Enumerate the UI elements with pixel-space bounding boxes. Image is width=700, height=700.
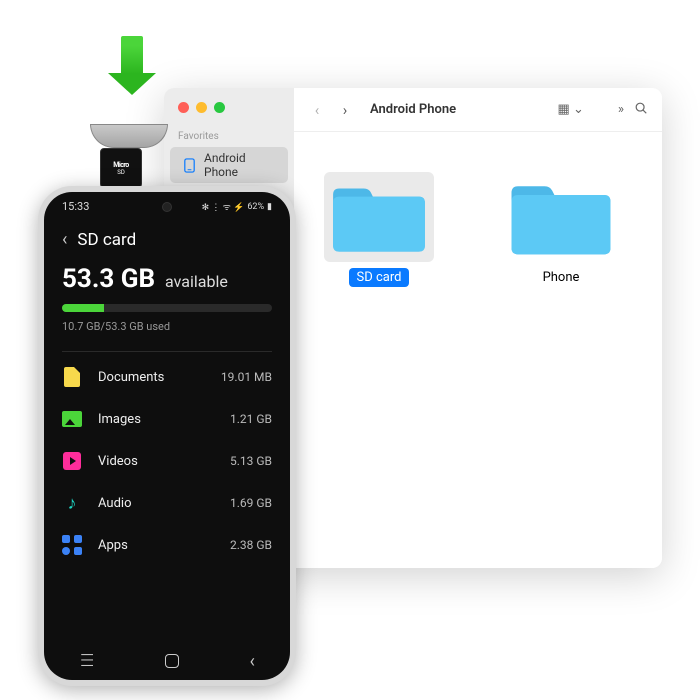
folder-label: Phone — [535, 268, 588, 287]
nav-home[interactable] — [165, 654, 179, 668]
category-list: Documents 19.01 MB Images 1.21 GB Videos… — [44, 354, 290, 568]
sidebar-item-android-phone[interactable]: Android Phone — [170, 147, 288, 183]
nav-recents[interactable]: ||| — [79, 653, 95, 669]
sidebar-item-label: Android Phone — [204, 151, 280, 179]
folder-phone[interactable]: Phone — [506, 172, 616, 287]
screen-header: ‹ SD card — [44, 215, 290, 260]
nav-back-button[interactable]: ‹ — [308, 101, 326, 119]
folder-icon — [324, 172, 434, 262]
device-icon — [182, 158, 197, 173]
sd-tray — [90, 124, 168, 148]
finder-main: ‹ › Android Phone ▦ ⌄ » SD card Phone — [294, 88, 662, 568]
folder-label: SD card — [349, 268, 410, 287]
folder-icon — [506, 172, 616, 262]
folder-grid: SD card Phone — [294, 132, 662, 327]
close-icon[interactable] — [178, 102, 189, 113]
row-audio[interactable]: ♪ Audio 1.69 GB — [44, 482, 290, 524]
front-camera — [162, 202, 172, 212]
sidebar-header: Favorites — [164, 127, 294, 146]
storage-bar-fill — [62, 304, 104, 312]
download-arrow — [108, 36, 156, 95]
battery-icon: ▮ — [267, 202, 272, 212]
back-button[interactable]: ‹ — [62, 229, 67, 250]
row-apps[interactable]: Apps 2.38 GB — [44, 524, 290, 566]
storage-bar — [62, 304, 272, 312]
status-time: 15:33 — [62, 200, 89, 213]
window-controls[interactable] — [164, 100, 294, 127]
search-icon[interactable] — [634, 101, 648, 119]
divider — [62, 351, 272, 352]
maximize-icon[interactable] — [214, 102, 225, 113]
audio-icon: ♪ — [62, 493, 82, 513]
storage-suffix: available — [165, 272, 228, 291]
battery-text: 62% — [247, 202, 264, 212]
microsd-card: Micro SD — [100, 148, 142, 188]
share-icon[interactable]: » — [618, 102, 624, 117]
apps-icon — [62, 535, 82, 555]
row-documents[interactable]: Documents 19.01 MB — [44, 356, 290, 398]
image-icon — [62, 409, 82, 429]
nav-back[interactable]: ‹ — [250, 651, 255, 672]
video-icon — [62, 451, 82, 471]
status-icons: ✻ ⋮ ᯤ ⚡ — [202, 200, 245, 213]
finder-toolbar: ‹ › Android Phone ▦ ⌄ » — [294, 88, 662, 132]
screen-title: SD card — [77, 230, 136, 250]
minimize-icon[interactable] — [196, 102, 207, 113]
storage-amount: 53.3 GB — [62, 264, 155, 294]
android-phone: 15:33 ✻ ⋮ ᯤ ⚡ 62% ▮ ‹ SD card 53.3 GB av… — [38, 186, 296, 686]
nav-bar: ||| ‹ — [44, 642, 290, 680]
view-grid-icon[interactable]: ▦ ⌄ — [558, 102, 584, 117]
document-icon — [62, 367, 82, 387]
storage-summary: 53.3 GB available 10.7 GB/53.3 GB used — [44, 260, 290, 341]
row-images[interactable]: Images 1.21 GB — [44, 398, 290, 440]
window-title: Android Phone — [370, 102, 456, 117]
storage-used-text: 10.7 GB/53.3 GB used — [62, 320, 272, 333]
nav-forward-button[interactable]: › — [336, 101, 354, 119]
folder-sd-card[interactable]: SD card — [324, 172, 434, 287]
row-videos[interactable]: Videos 5.13 GB — [44, 440, 290, 482]
